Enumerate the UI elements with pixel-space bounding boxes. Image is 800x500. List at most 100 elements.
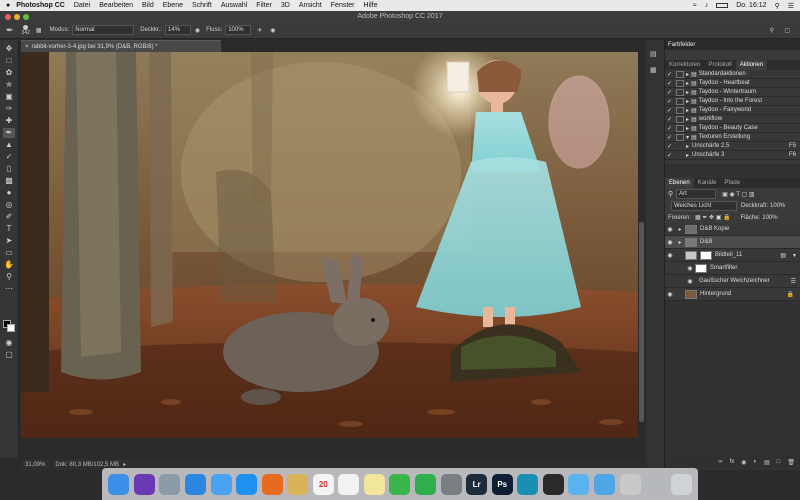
swatches-panel-header[interactable]: Farbfelder	[665, 40, 800, 50]
airbrush-icon[interactable]: ✈	[257, 27, 262, 34]
marquee-tool-icon[interactable]: □	[3, 56, 15, 66]
type-tool-icon[interactable]: T	[3, 224, 15, 234]
eye-icon[interactable]: ◉	[665, 226, 675, 233]
eye-icon[interactable]: ◉	[685, 278, 695, 285]
layer-expand-icon[interactable]: ▸	[675, 226, 685, 233]
history-panel-icon[interactable]: ▤	[650, 50, 657, 58]
volume-icon[interactable]: ♪	[705, 2, 709, 9]
add-mask-icon[interactable]: ◉	[741, 459, 746, 466]
background-color-swatch[interactable]	[7, 324, 15, 332]
check-icon[interactable]: ✓	[665, 80, 674, 87]
eye-icon[interactable]: ◉	[665, 291, 675, 298]
scrollbar-thumb[interactable]	[639, 222, 644, 422]
documents-icon[interactable]	[619, 473, 641, 495]
new-group-icon[interactable]: ▤	[764, 459, 770, 466]
zoom-tool-icon[interactable]: ⚲	[3, 272, 15, 282]
search-icon[interactable]	[517, 473, 539, 495]
close-tab-icon[interactable]: ×	[25, 44, 29, 50]
tab-aktionen[interactable]: Aktionen	[735, 60, 768, 70]
trash-icon[interactable]	[670, 473, 692, 495]
history-brush-tool-icon[interactable]: ✓	[3, 152, 15, 162]
tab-korrekturen[interactable]: Korrekturen	[665, 60, 704, 70]
expand-icon[interactable]: ▸	[686, 107, 689, 114]
menu-hilfe[interactable]: Hilfe	[364, 2, 378, 9]
menu-clock[interactable]: Do. 16:12	[736, 2, 766, 9]
tab-kanaele[interactable]: Kanäle	[694, 178, 721, 188]
photoshop-icon[interactable]: Ps	[491, 473, 513, 495]
layer-row[interactable]: ◉ Gaußscher Weichzeichner ☰	[665, 275, 800, 288]
layer-expand-icon[interactable]: ▸	[675, 239, 685, 246]
check-icon[interactable]: ✓	[665, 143, 674, 150]
collapse-icon[interactable]: ▾	[793, 252, 796, 259]
fx-icon[interactable]: fx	[730, 459, 735, 465]
crop-tool-icon[interactable]: ▣	[3, 92, 15, 102]
brush-panel-icon[interactable]: ▦	[36, 27, 42, 34]
quick-select-tool-icon[interactable]: ✯	[3, 80, 15, 90]
healing-tool-icon[interactable]: ✚	[3, 116, 15, 126]
check-icon[interactable]: ✓	[665, 89, 674, 96]
eraser-tool-icon[interactable]: ▯	[3, 164, 15, 174]
folder-icon[interactable]	[568, 473, 590, 495]
gradient-tool-icon[interactable]: ▩	[3, 176, 15, 186]
stamp-tool-icon[interactable]: ▲	[3, 140, 15, 150]
action-item[interactable]: ✓ ▸ ▤ Standardaktionen	[665, 70, 800, 79]
launchpad-icon[interactable]	[159, 473, 181, 495]
menu-bild[interactable]: Bild	[142, 2, 154, 9]
action-item[interactable]: ✓ ▸ ▤ Taydoo - Into the Forest	[665, 97, 800, 106]
action-item[interactable]: ✓ ▸ ▤ workflow	[665, 115, 800, 124]
menu-bearbeiten[interactable]: Bearbeiten	[99, 2, 133, 9]
expand-icon[interactable]: ▸	[686, 80, 689, 87]
link-layers-icon[interactable]: ∞	[718, 459, 722, 465]
pressure-size-icon[interactable]: ◉	[270, 27, 275, 34]
apple-icon[interactable]: ●	[6, 2, 10, 9]
shape-tool-icon[interactable]: ▭	[3, 248, 15, 258]
expand-icon[interactable]: ▸	[686, 71, 689, 78]
mail-icon[interactable]	[210, 473, 232, 495]
lasso-tool-icon[interactable]: ✿	[3, 68, 15, 78]
check-icon[interactable]: ✓	[665, 116, 674, 123]
layer-fill-value[interactable]: 100%	[762, 215, 777, 221]
dialog-toggle-icon[interactable]	[676, 70, 684, 78]
eye-icon[interactable]: ◉	[665, 239, 675, 246]
properties-panel-icon[interactable]: ▦	[650, 66, 657, 74]
dialog-toggle-icon[interactable]	[676, 133, 684, 141]
menu-ebene[interactable]: Ebene	[163, 2, 183, 9]
menu-app-name[interactable]: Photoshop CC	[16, 2, 65, 9]
blend-mode-select[interactable]: Weiches Licht	[671, 201, 737, 211]
action-item[interactable]: ✓ ▸ ▤ Taydoo - Wintertraum	[665, 88, 800, 97]
menu-auswahl[interactable]: Auswahl	[221, 2, 247, 9]
path-select-tool-icon[interactable]: ➤	[3, 236, 15, 246]
opacity-field[interactable]: 14%	[164, 25, 191, 35]
workspace-icon[interactable]: ▢	[784, 27, 790, 34]
menu-fenster[interactable]: Fenster	[331, 2, 355, 9]
expand-icon[interactable]: ▸	[686, 116, 689, 123]
minimize-window-icon[interactable]	[14, 14, 20, 20]
close-window-icon[interactable]	[5, 14, 11, 20]
tab-ebenen[interactable]: Ebenen	[665, 178, 694, 188]
calendar-icon[interactable]: 20	[312, 473, 334, 495]
pressure-opacity-icon[interactable]: ◉	[195, 27, 200, 34]
notes-icon[interactable]	[287, 473, 309, 495]
messages-icon[interactable]	[389, 473, 411, 495]
screen-mode-icon[interactable]: ▢	[3, 350, 15, 360]
notification-center-icon[interactable]: ☰	[788, 2, 794, 10]
spotlight-icon[interactable]: ⚲	[775, 2, 780, 10]
document-tab[interactable]: × rabbit-vorher-3-4.jpg bei 31,9% (D&B, …	[21, 40, 221, 52]
action-item[interactable]: ✓ ▾ ▤ Texturen Erstellung	[665, 133, 800, 142]
check-icon[interactable]: ✓	[665, 98, 674, 105]
action-item[interactable]: ✓ ▸ ▤ Taydoo - Heartbeat	[665, 79, 800, 88]
safari-icon[interactable]	[184, 473, 206, 495]
blur-tool-icon[interactable]: ●	[3, 188, 15, 198]
lightroom-icon[interactable]: Lr	[466, 473, 488, 495]
layer-opacity-value[interactable]: 100%	[770, 203, 785, 209]
expand-icon[interactable]: ▸	[686, 125, 689, 132]
image-canvas[interactable]	[21, 52, 638, 438]
action-item[interactable]: ✓ ▸ Unschärfe 2,5 F5	[665, 142, 800, 151]
zoom-window-icon[interactable]	[23, 14, 29, 20]
vertical-scrollbar[interactable]	[638, 52, 645, 438]
brush-preset-picker[interactable]: 342	[22, 24, 30, 36]
wifi-icon[interactable]: ≈	[693, 2, 697, 9]
dodge-tool-icon[interactable]: ◎	[3, 200, 15, 210]
action-item[interactable]: ✓ ▸ ▤ Taydoo - Fairyworld	[665, 106, 800, 115]
facetime-icon[interactable]	[415, 473, 437, 495]
